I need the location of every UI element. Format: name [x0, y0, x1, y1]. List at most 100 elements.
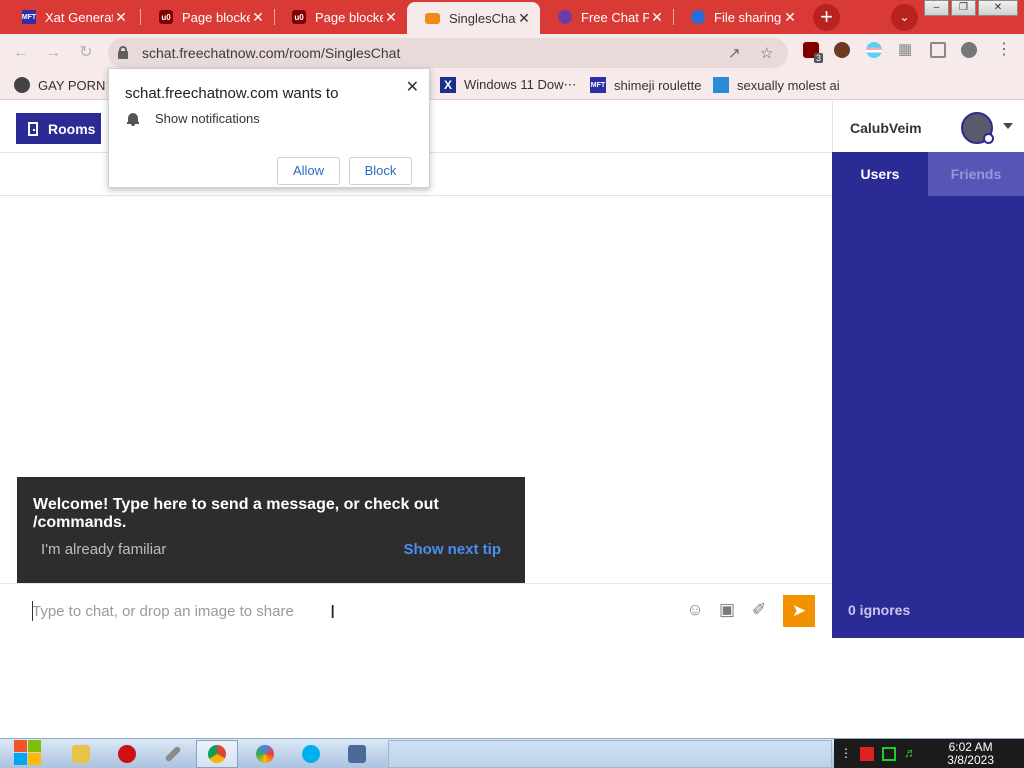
forward-arrow-icon[interactable]: →	[42, 42, 64, 64]
chrome-icon	[208, 745, 226, 763]
close-tab-icon[interactable]: ✕	[516, 10, 532, 27]
rooms-button[interactable]: Rooms	[16, 113, 101, 144]
allow-button[interactable]: Allow	[277, 157, 340, 185]
tray-overflow-icon[interactable]: ⋮	[840, 746, 854, 760]
text-cursor	[32, 601, 33, 621]
permission-row: Show notifications	[127, 111, 260, 126]
bookmark-item[interactable]: sexually molest ai	[713, 77, 840, 93]
bookmark-item[interactable]: GAY PORN X	[14, 77, 118, 93]
bookmark-star-icon[interactable]: ☆	[760, 44, 773, 62]
avatar[interactable]	[961, 112, 994, 144]
notification-permission-popup: schat.freechatnow.com wants to ✕ Show no…	[108, 68, 430, 188]
user-header: CalubVeim	[832, 101, 1024, 152]
clock[interactable]: 6:02 AM 3/8/2023	[947, 741, 994, 767]
new-tab-button[interactable]: +	[813, 4, 840, 31]
app-icon	[256, 745, 274, 763]
ai-icon	[713, 77, 729, 93]
share-page-icon[interactable]: ↗	[728, 44, 741, 62]
close-tab-icon[interactable]: ✕	[113, 9, 129, 26]
status-dot-icon	[983, 133, 994, 144]
close-tab-icon[interactable]: ✕	[782, 9, 798, 26]
show-next-tip-button[interactable]: Show next tip	[404, 541, 502, 558]
taskbar-chrome[interactable]	[196, 740, 238, 768]
reload-icon[interactable]: ↻	[75, 42, 97, 64]
block-button[interactable]: Block	[349, 157, 412, 185]
ublock-icon: u0	[292, 10, 306, 24]
start-button[interactable]	[10, 739, 44, 768]
flag-extension-icon[interactable]	[866, 42, 882, 58]
tab-page-blocked-1[interactable]: u0 Page blocke ✕	[141, 2, 274, 32]
ublock-icon: u0	[159, 10, 173, 24]
close-window-icon[interactable]: ✕	[978, 0, 1018, 16]
tab-users[interactable]: Users	[832, 152, 928, 196]
bookmark-label: GAY PORN X	[38, 77, 118, 93]
ignores-count[interactable]: 0 ignores	[832, 583, 1024, 638]
chevron-down-icon[interactable]	[1003, 123, 1013, 129]
ublock-extension-icon[interactable]: 3	[803, 42, 823, 63]
bookmark-item[interactable]: X Windows 11 Dow⋯	[440, 77, 576, 93]
side-panel-icon[interactable]	[930, 42, 946, 58]
browser-menu-icon[interactable]: ⋮	[996, 39, 1012, 58]
tab-title: Xat Generat	[45, 9, 113, 25]
chat-bubble-icon	[425, 12, 440, 24]
taskbar-window[interactable]	[336, 740, 378, 768]
mft-icon: MFT	[22, 10, 36, 24]
tab-free-chat[interactable]: Free Chat P ✕	[540, 2, 673, 32]
volume-icon[interactable]: ♬	[904, 745, 918, 760]
bookmark-item[interactable]: MFT shimeji roulette	[590, 77, 701, 93]
address-bar[interactable]: schat.freechatnow.com/room/SinglesChat ↗…	[108, 38, 788, 68]
profile-icon[interactable]	[961, 42, 977, 58]
ibeam-cursor-icon: I	[330, 602, 336, 623]
close-tab-icon[interactable]: ✕	[649, 9, 665, 26]
taskbar: ⋮ ♬ 6:02 AM 3/8/2023	[0, 738, 1024, 768]
brush-icon[interactable]: ✐	[749, 600, 769, 620]
flag-icon[interactable]	[860, 747, 874, 761]
back-arrow-icon[interactable]: ←	[10, 42, 32, 64]
bookmark-label: Windows 11 Dow⋯	[464, 77, 577, 92]
window-icon	[348, 745, 366, 763]
welcome-tooltip: Welcome! Type here to send a message, or…	[17, 477, 525, 583]
chat-input-bar: I ☺ ▣ ✐ ➤	[0, 583, 832, 638]
bookmark-label: sexually molest ai	[737, 77, 840, 93]
tab-strip: MFT Xat Generat ✕ u0 Page blocke ✕ u0 Pa…	[0, 0, 1024, 34]
taskbar-app[interactable]	[244, 740, 286, 768]
windows-logo-icon	[12, 739, 42, 767]
taskbar-tool[interactable]	[152, 740, 194, 768]
popup-title: schat.freechatnow.com wants to	[125, 85, 339, 102]
minimize-icon[interactable]: –	[924, 0, 949, 16]
door-icon	[28, 121, 38, 136]
avatar-extension-icon[interactable]	[834, 42, 850, 58]
windows-x-icon: X	[440, 77, 456, 93]
already-familiar-button[interactable]: I'm already familiar	[41, 541, 166, 558]
taskbar-explorer[interactable]	[60, 740, 102, 768]
network-icon[interactable]	[882, 747, 896, 761]
taskbar-open-window[interactable]	[388, 740, 832, 768]
tab-title: SinglesChat	[449, 10, 516, 26]
tab-search-button[interactable]: ⌄	[891, 4, 918, 31]
close-tab-icon[interactable]: ✕	[250, 9, 266, 26]
date-text: 3/8/2023	[947, 753, 994, 767]
image-icon[interactable]: ▣	[717, 600, 737, 620]
gp-icon	[14, 77, 30, 93]
taskbar-skype[interactable]	[290, 740, 332, 768]
close-tab-icon[interactable]: ✕	[383, 9, 399, 26]
tab-page-blocked-2[interactable]: u0 Page blocke ✕	[274, 2, 407, 32]
emoji-icon[interactable]: ☺	[685, 600, 705, 620]
extensions-puzzle-icon[interactable]: ▦	[898, 40, 914, 58]
taskbar-recorder[interactable]	[106, 740, 148, 768]
lock-icon[interactable]	[118, 46, 128, 59]
url-text[interactable]: schat.freechatnow.com/room/SinglesChat	[142, 45, 400, 61]
username[interactable]: CalubVeim	[850, 120, 922, 136]
tab-file-sharing[interactable]: File sharing ✕	[673, 2, 806, 32]
window-controls: – ❐ ✕	[924, 0, 1018, 16]
tab-friends[interactable]: Friends	[928, 152, 1024, 196]
permission-label: Show notifications	[155, 111, 260, 126]
bell-icon	[127, 112, 139, 126]
send-button[interactable]: ➤	[783, 595, 815, 627]
tab-singleschat[interactable]: SinglesChat ✕	[407, 2, 540, 34]
close-icon[interactable]: ✕	[406, 77, 419, 97]
tab-xat-generator[interactable]: MFT Xat Generat ✕	[4, 2, 137, 32]
tip-message: Welcome! Type here to send a message, or…	[33, 496, 439, 531]
rooms-label: Rooms	[48, 120, 96, 137]
restore-icon[interactable]: ❐	[951, 0, 976, 16]
